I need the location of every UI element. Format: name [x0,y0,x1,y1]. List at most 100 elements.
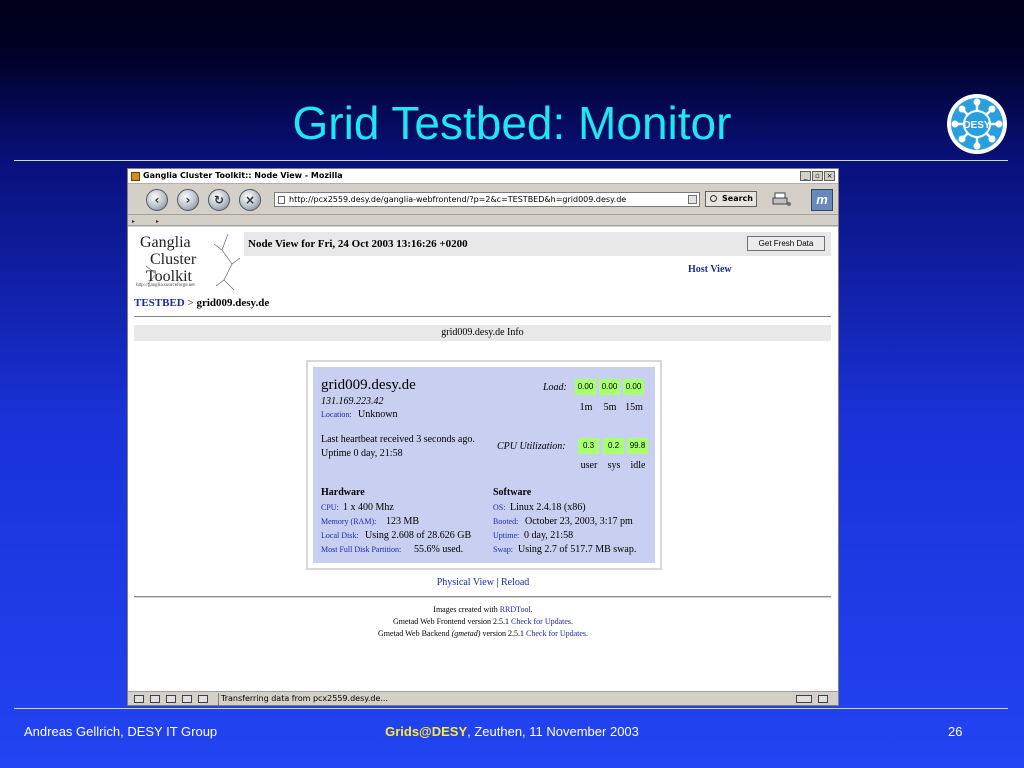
status-bar: Transferring data from pcx2559.desy.de..… [128,691,838,705]
breadcrumb-testbed-link[interactable]: TESTBED [134,297,185,309]
search-label: Search [722,194,753,203]
status-divider [218,693,219,705]
sw-booted-key: Booted: [493,517,519,526]
ganglia-url: http://ganglia.sourceforge.net [136,283,195,288]
close-icon[interactable]: × [824,171,835,181]
sw-swap-value: Using 2.7 of 517.7 MB swap. [518,544,637,555]
load-15m-value: 0.00 [623,379,644,395]
footer-line3-italic: (gmetad) [451,629,481,638]
slide-title: Grid Testbed: Monitor [292,97,732,149]
location-label: Location: [321,410,352,419]
mail-icon[interactable] [150,695,160,703]
rrdtool-link[interactable]: RRDTool [500,605,531,614]
reload-icon[interactable]: ↻ [208,189,230,211]
composer-icon[interactable] [166,695,176,703]
hardware-title: Hardware [321,487,365,498]
top-rule [14,160,1008,161]
physical-view-link[interactable]: Physical View [437,577,494,588]
footer-divider [134,596,831,598]
address-book-icon[interactable] [182,695,192,703]
header-bar: Node View for Fri, 24 Oct 2003 13:16:26 … [244,232,831,256]
browser-titlebar: Ganglia Cluster Toolkit:: Node View - Mo… [128,169,838,184]
desy-logo: DESY [947,94,1007,154]
footer-line2-text: Gmetad Web Frontend version 2.5.1 [392,617,512,626]
node-hostname: grid009.desy.de [321,377,416,393]
node-info-box: grid009.desy.de 131.169.223.42 Location:… [306,360,662,570]
page-content: Ganglia Cluster Toolkit http://ganglia.s… [128,227,838,691]
heartbeat-text: Last heartbeat received 3 seconds ago. [321,434,475,445]
hw-partition-key: Most Full Disk Partition: [321,545,402,554]
print-icon[interactable] [772,191,792,207]
reload-link[interactable]: Reload [501,577,529,588]
navigation-toolbar: ‹ › ↻ × http://pcx2559.desy.de/ganglia-w… [128,185,838,215]
footer-rrdtool-line: Images created with RRDTool. [128,605,838,614]
footer-frontend-line: Gmetad Web Frontend version 2.5.1 Check … [128,617,838,626]
load-label: Load: [543,382,567,393]
bottom-rule [14,708,1008,709]
sw-booted-value: October 23, 2003, 3:17 pm [525,516,633,527]
footer-event: Grids@DESY, Zeuthen, 11 November 2003 [0,724,1024,739]
navigator-icon[interactable] [134,695,144,703]
url-text: http://pcx2559.desy.de/ganglia-webfronte… [289,195,627,204]
sw-uptime-value: 0 day, 21:58 [524,530,574,541]
footer-event-rest: , Zeuthen, 11 November 2003 [467,724,639,739]
url-dropdown-icon[interactable] [688,195,697,204]
cpu-utilization-label: CPU Utilization: [497,441,566,452]
footer-line3-text: Gmetad Web Backend [377,629,452,638]
backend-updates-link[interactable]: Check for Updates. [526,629,588,638]
sw-os-key: OS: [493,503,506,512]
chat-icon[interactable] [198,695,208,703]
frontend-updates-link[interactable]: Check for Updates. [511,617,573,626]
view-links: Physical View | Reload [128,577,838,588]
browser-window: Ganglia Cluster Toolkit:: Node View - Mo… [127,168,839,706]
footer-backend-line: Gmetad Web Backend (gmetad) version 2.5.… [128,629,838,638]
mozilla-icon[interactable]: m [811,189,833,211]
footer-line1-text: Images created with [433,605,500,614]
cpu-sys-value: 0.2 [603,438,624,454]
get-fresh-data-button[interactable]: Get Fresh Data [747,236,825,251]
divider [134,316,831,317]
link-separator: | [496,577,499,588]
breadcrumb-current: grid009.desy.de [196,297,270,309]
host-view-link[interactable]: Host View [688,264,732,275]
breadcrumb: TESTBED > grid009.desy.de [134,297,269,309]
node-view-header: Node View for Fri, 24 Oct 2003 13:16:26 … [248,238,468,250]
footer-event-bold: Grids@DESY [385,724,468,739]
url-bar[interactable]: http://pcx2559.desy.de/ganglia-webfronte… [274,192,700,207]
hw-cpu-value: 1 x 400 Mhz [343,502,394,513]
load-unit-15m: 15m [625,402,643,413]
footer-line1-end: . [530,605,533,614]
search-icon [710,195,717,202]
info-title-bar: grid009.desy.de Info [134,325,831,341]
online-status-icon [796,695,812,703]
cpu-idle-value: 99.8 [627,438,648,454]
ganglia-logo-line2: Cluster [150,251,197,268]
forward-icon[interactable]: › [177,189,199,211]
hw-memory-value: 123 MB [386,516,420,527]
ganglia-logo-line1: Ganglia [140,234,191,251]
sw-swap-key: Swap: [493,545,513,554]
node-info-panel: grid009.desy.de 131.169.223.42 Location:… [313,367,655,563]
hw-cpu-key: CPU: [321,503,339,512]
maximize-icon[interactable]: ▫ [812,171,823,181]
hw-disk-key: Local Disk: [321,531,359,540]
desy-logo-text: DESY [963,120,991,131]
tab-scroll-left-icon[interactable]: ▸ [132,218,135,225]
tab-scroll-right-icon[interactable]: ▸ [156,218,159,225]
cpu-unit-idle: idle [630,460,646,471]
hw-memory-key: Memory (RAM): [321,517,377,526]
cpu-user-value: 0.3 [578,438,599,454]
search-button[interactable]: Search [705,191,757,207]
uptime-text: Uptime 0 day, 21:58 [321,448,403,459]
stop-icon[interactable]: × [239,189,261,211]
back-icon[interactable]: ‹ [146,189,168,211]
hw-disk-value: Using 2.608 of 28.626 GB [365,530,472,541]
software-title: Software [493,487,532,498]
page-icon [278,196,285,204]
app-icon [131,172,140,181]
load-1m-value: 0.00 [575,379,596,395]
tab-strip: ▸ ▸ [128,216,838,226]
status-text: Transferring data from pcx2559.desy.de..… [221,694,388,703]
sw-uptime-key: Uptime: [493,531,520,540]
minimize-icon[interactable]: _ [800,171,811,181]
